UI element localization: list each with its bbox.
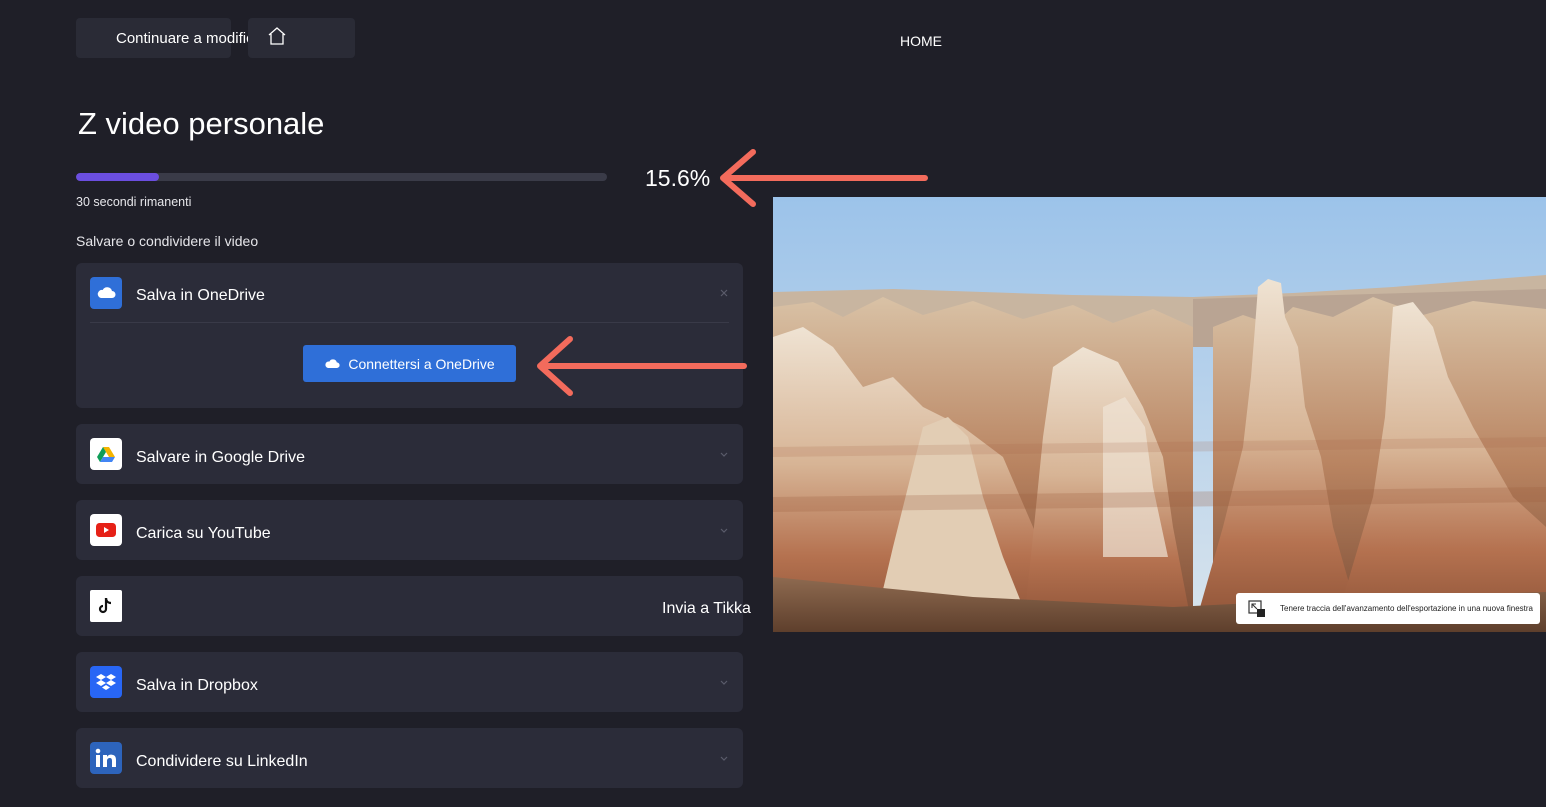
onedrive-icon: [90, 277, 122, 309]
tiktok-icon: [90, 590, 122, 622]
tiktok-card[interactable]: [76, 576, 743, 636]
youtube-icon: [90, 514, 122, 546]
connect-onedrive-button[interactable]: Connettersi a OneDrive: [303, 345, 516, 382]
page-title: Z video personale: [78, 106, 325, 141]
chevron-down-icon[interactable]: [719, 449, 729, 459]
track-export-text: Tenere traccia dell'avanzamento dell'esp…: [1280, 604, 1533, 613]
save-share-heading: Salvare o condividere il video: [76, 233, 259, 249]
linkedin-label: Condividere su LinkedIn: [136, 753, 308, 770]
dropbox-label: Salva in Dropbox: [136, 677, 258, 694]
chevron-down-icon[interactable]: [719, 753, 729, 763]
tiktok-label: Invia a Tikka: [662, 600, 751, 617]
continue-editing-button[interactable]: Continuare a modificare: [76, 18, 275, 58]
connect-onedrive-label: Connettersi a OneDrive: [348, 355, 495, 372]
onedrive-cloud-icon: [325, 358, 340, 368]
onedrive-label[interactable]: Salva in OneDrive: [136, 287, 265, 305]
close-icon[interactable]: [719, 288, 729, 298]
annotation-arrow-icon: [720, 149, 928, 207]
home-icon: [268, 27, 286, 45]
chevron-down-icon[interactable]: [719, 525, 729, 535]
home-button[interactable]: [248, 18, 355, 58]
export-progress-bar: [76, 173, 607, 181]
google-drive-label: Salvare in Google Drive: [136, 449, 305, 466]
divider: [90, 322, 729, 323]
video-preview: [773, 197, 1546, 632]
export-progress-fill: [76, 173, 159, 181]
dropbox-icon: [90, 666, 122, 698]
open-in-new-window-icon: [1248, 599, 1265, 617]
annotation-arrow-icon: [537, 336, 747, 396]
time-remaining: 30 secondi rimanenti: [76, 195, 192, 209]
home-label[interactable]: HOME: [900, 33, 942, 49]
youtube-label: Carica su YouTube: [136, 525, 271, 542]
canyon-preview-image: [773, 197, 1546, 632]
youtube-card[interactable]: Carica su YouTube: [76, 500, 743, 560]
chevron-down-icon[interactable]: [719, 677, 729, 687]
google-drive-icon: [90, 438, 122, 470]
progress-percent: 15.6%: [645, 165, 711, 191]
google-drive-card[interactable]: Salvare in Google Drive: [76, 424, 743, 484]
track-export-toast[interactable]: Tenere traccia dell'avanzamento dell'esp…: [1236, 593, 1540, 624]
linkedin-icon: [90, 742, 122, 774]
linkedin-card[interactable]: Condividere su LinkedIn: [76, 728, 743, 788]
dropbox-card[interactable]: Salva in Dropbox: [76, 652, 743, 712]
